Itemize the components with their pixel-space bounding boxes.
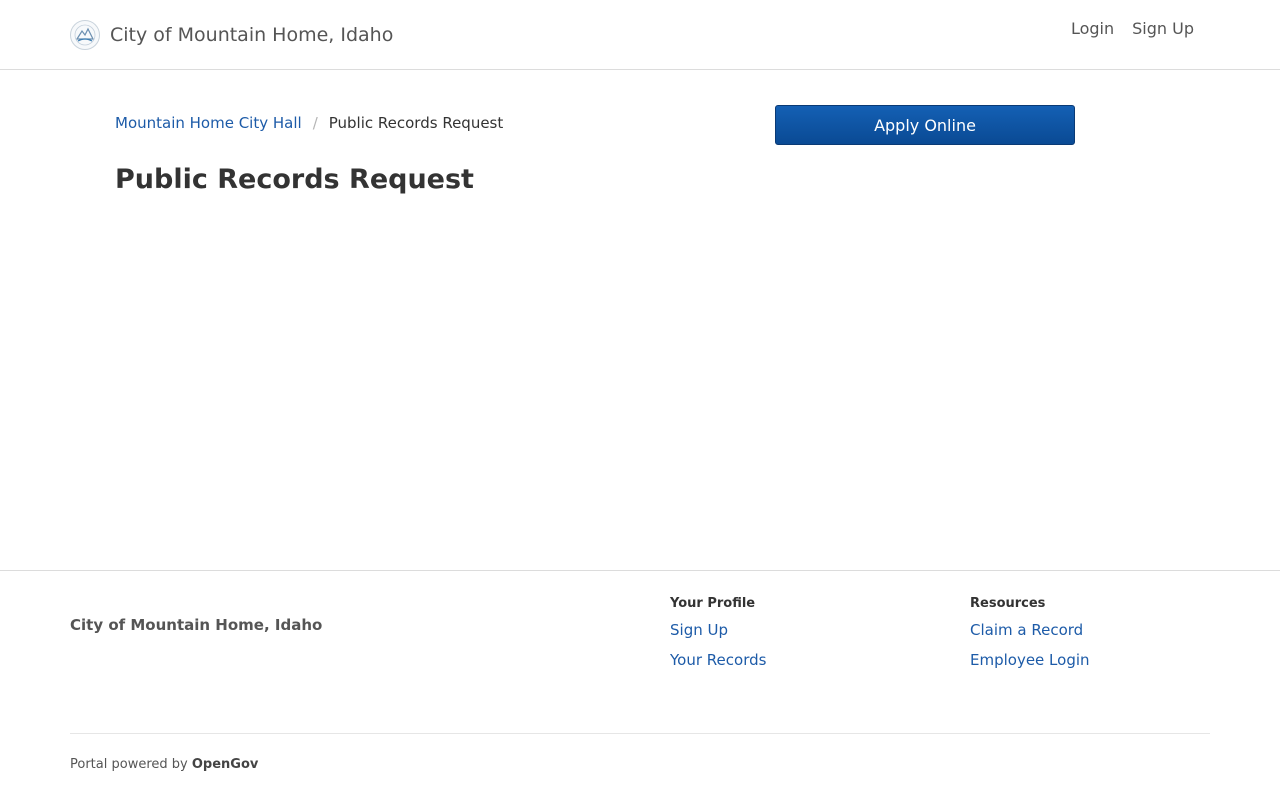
footer-resources-heading: Resources — [970, 596, 1046, 611]
footer-signup-link[interactable]: Sign Up — [670, 621, 766, 639]
brand-link[interactable]: City of Mountain Home, Idaho — [70, 20, 393, 50]
header-nav: Login Sign Up — [1053, 19, 1194, 38]
apply-online-button[interactable]: Apply Online — [775, 105, 1075, 145]
brand-name: City of Mountain Home, Idaho — [110, 24, 394, 46]
footer-resources-column: Resources Claim a Record Employee Login — [970, 596, 1090, 681]
breadcrumb-current: Public Records Request — [328, 114, 504, 132]
opengov-brand: OpenGov — [191, 757, 259, 772]
footer-profile-column: Your Profile Sign Up Your Records — [670, 596, 766, 681]
footer-profile-heading: Your Profile — [670, 596, 756, 611]
breadcrumb-parent-link[interactable]: Mountain Home City Hall — [115, 114, 302, 132]
signup-link[interactable]: Sign Up — [1132, 19, 1194, 38]
footer-claim-record-link[interactable]: Claim a Record — [970, 621, 1090, 639]
site-header: City of Mountain Home, Idaho Login Sign … — [0, 0, 1280, 70]
footer-divider — [70, 733, 1210, 734]
powered-by-prefix: Portal powered by — [70, 757, 188, 772]
breadcrumb-separator: / — [312, 114, 318, 132]
footer-your-records-link[interactable]: Your Records — [670, 651, 766, 669]
breadcrumb: Mountain Home City Hall / Public Records… — [115, 114, 503, 132]
page-title: Public Records Request — [115, 164, 474, 195]
footer-brand-name: City of Mountain Home, Idaho — [70, 616, 323, 634]
site-footer: City of Mountain Home, Idaho Your Profil… — [0, 570, 1280, 800]
city-seal-icon — [70, 20, 100, 50]
powered-by: Portal powered by OpenGov — [70, 757, 258, 772]
login-link[interactable]: Login — [1071, 19, 1114, 38]
footer-employee-login-link[interactable]: Employee Login — [970, 651, 1090, 669]
